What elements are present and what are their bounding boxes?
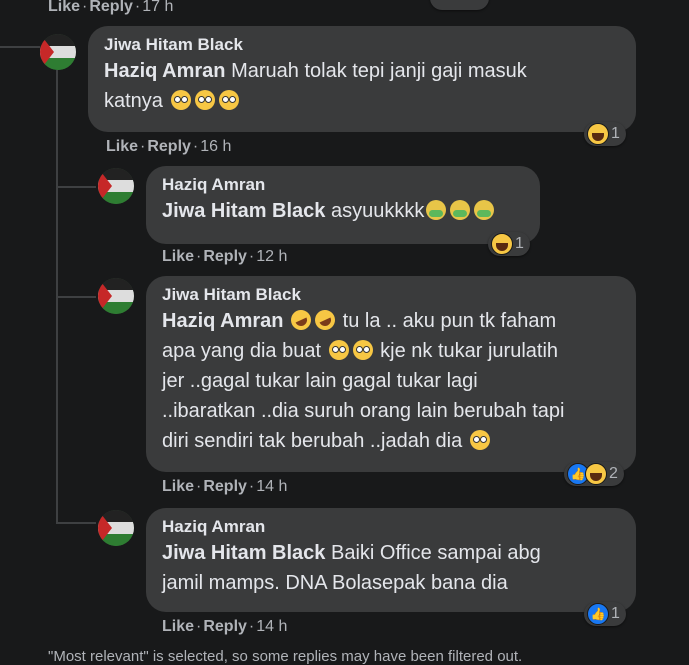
- thread-line: [56, 186, 96, 188]
- comment-actions: Like · Reply · 14 h: [162, 478, 288, 495]
- timestamp[interactable]: 14 h: [256, 618, 287, 635]
- flushed-emoji-icon: [469, 430, 490, 450]
- avatar[interactable]: [98, 278, 134, 314]
- comment-text: Haziq Amran Maruah tolak tepi janji gaji…: [104, 60, 527, 112]
- comment-bubble: Haziq Amran Jiwa Hitam Black asyuukkkk: [146, 166, 540, 244]
- reaction-count: 1: [515, 235, 524, 252]
- haha-reaction-icon: [587, 123, 609, 145]
- comment-actions: Like · Reply · 12 h: [162, 248, 288, 265]
- reaction-count: 1: [611, 125, 620, 142]
- reaction-summary[interactable]: 👍 1: [584, 602, 626, 626]
- flushed-emoji-icon: [352, 340, 373, 360]
- comment-actions: Like · Reply · 14 h: [162, 618, 288, 635]
- timestamp[interactable]: 17 h: [142, 0, 173, 15]
- reply-link[interactable]: Reply: [203, 248, 247, 265]
- thread-line: [0, 46, 40, 48]
- flushed-emoji-icon: [170, 90, 191, 110]
- mention-link[interactable]: Haziq Amran: [104, 60, 226, 82]
- comment-author[interactable]: Jiwa Hitam Black: [104, 34, 620, 56]
- thread-line: [56, 296, 96, 298]
- like-link[interactable]: Like: [106, 138, 138, 155]
- timestamp[interactable]: 12 h: [256, 248, 287, 265]
- comment-author[interactable]: Jiwa Hitam Black: [162, 284, 620, 306]
- rofl-emoji-icon: [311, 306, 339, 334]
- mention-link[interactable]: Jiwa Hitam Black: [162, 542, 325, 564]
- comment-author[interactable]: Haziq Amran: [162, 174, 524, 196]
- reaction-summary[interactable]: 👍 2: [564, 462, 624, 486]
- like-reaction-icon: 👍: [587, 603, 609, 625]
- reaction-count: 2: [609, 465, 618, 482]
- avatar[interactable]: [98, 510, 134, 546]
- comment-actions: Like · Reply · 17 h: [48, 0, 174, 15]
- flushed-emoji-icon: [328, 340, 349, 360]
- reaction-count: 1: [611, 605, 620, 622]
- flushed-emoji-icon: [194, 90, 215, 110]
- avatar[interactable]: [40, 34, 76, 70]
- reaction-summary[interactable]: 1: [488, 232, 530, 256]
- timestamp[interactable]: 14 h: [256, 478, 287, 495]
- flushed-emoji-icon: [218, 90, 239, 110]
- comment-bubble: Haziq Amran Jiwa Hitam Black Baiki Offic…: [146, 508, 636, 612]
- haha-reaction-icon: [585, 463, 607, 485]
- reply-link[interactable]: Reply: [147, 138, 191, 155]
- reply-link[interactable]: Reply: [89, 0, 133, 15]
- comment-bubble: Jiwa Hitam Black Haziq Amran tu la .. ak…: [146, 276, 636, 472]
- comment-author[interactable]: Haziq Amran: [162, 516, 620, 538]
- like-link[interactable]: Like: [48, 0, 80, 15]
- reply-link[interactable]: Reply: [203, 618, 247, 635]
- comment-text: Haziq Amran tu la .. aku pun tk faham ap…: [162, 306, 620, 456]
- rofl-emoji-icon: [287, 306, 315, 334]
- like-link[interactable]: Like: [162, 618, 194, 635]
- comment-text: Jiwa Hitam Black Baiki Office sampai abg…: [162, 542, 541, 594]
- like-link[interactable]: Like: [162, 478, 194, 495]
- comment-text: Jiwa Hitam Black asyuukkkk: [162, 196, 524, 226]
- sick-emoji-icon: [474, 200, 495, 220]
- like-link[interactable]: Like: [162, 248, 194, 265]
- timestamp[interactable]: 16 h: [200, 138, 231, 155]
- comment-bubble: Jiwa Hitam Black Haziq Amran Maruah tola…: [88, 26, 636, 132]
- sick-emoji-icon: [450, 200, 471, 220]
- sick-emoji-icon: [426, 200, 447, 220]
- haha-reaction-icon: [491, 233, 513, 255]
- avatar[interactable]: [98, 168, 134, 204]
- thread-line: [56, 522, 96, 524]
- mention-link[interactable]: Haziq Amran: [162, 310, 284, 332]
- filter-notice: "Most relevant" is selected, so some rep…: [48, 648, 523, 665]
- reaction-summary[interactable]: [430, 0, 489, 10]
- mention-link[interactable]: Jiwa Hitam Black: [162, 200, 325, 222]
- reply-link[interactable]: Reply: [203, 478, 247, 495]
- comment-actions: Like · Reply · 16 h: [106, 138, 232, 155]
- reaction-summary[interactable]: 1: [584, 122, 626, 146]
